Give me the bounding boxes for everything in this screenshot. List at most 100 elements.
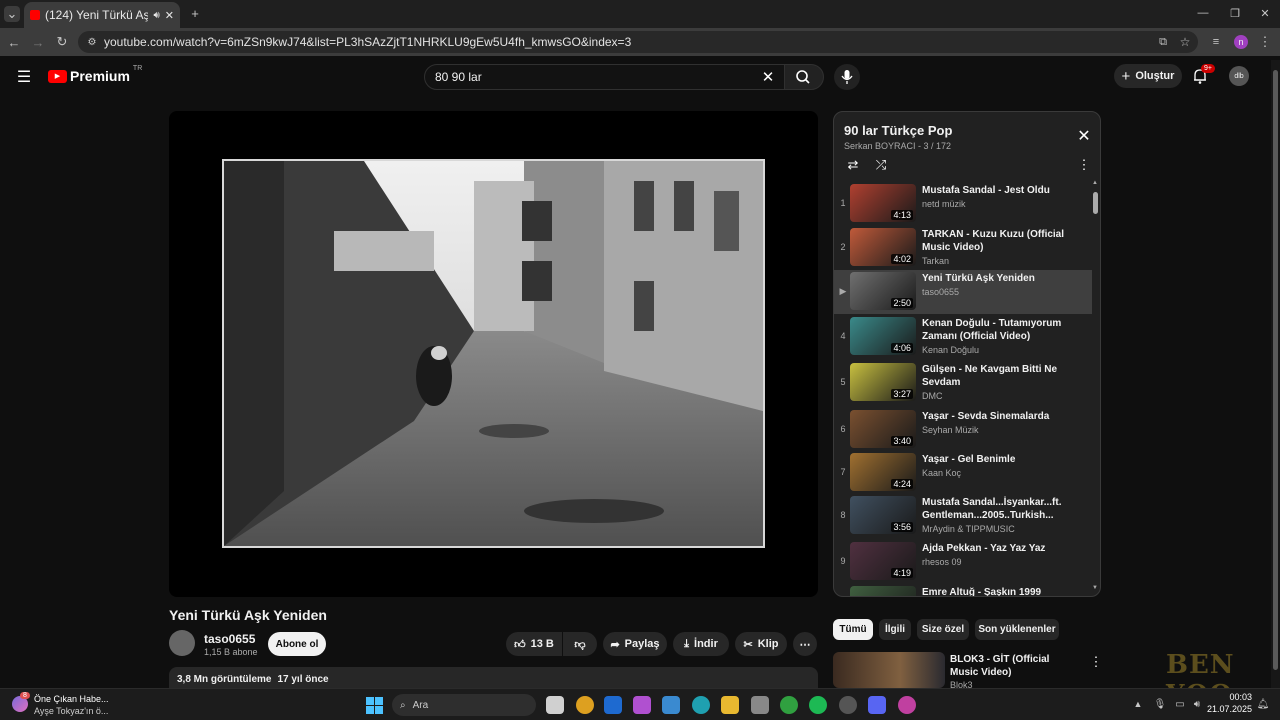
edge-icon[interactable] — [692, 696, 710, 714]
recommended-menu-icon[interactable]: ⋮ — [1090, 654, 1103, 670]
recommended-thumbnail[interactable] — [833, 652, 945, 688]
playlist-item-thumbnail[interactable]: 4:02 — [850, 228, 916, 266]
voice-search-button[interactable] — [834, 64, 860, 90]
spotify-icon[interactable] — [809, 696, 827, 714]
playlist-item-title[interactable]: Yeni Türkü Aşk Yeniden — [922, 272, 1082, 285]
scroll-down-icon[interactable]: ▼ — [1092, 585, 1098, 591]
chrome-profile-icon[interactable] — [898, 696, 916, 714]
playlist-item-title[interactable]: Yaşar - Gel Benimle — [922, 453, 1082, 466]
menu-hamburger-icon[interactable]: ☰ — [14, 67, 34, 87]
clock-date[interactable]: 21.07.2025 — [1200, 704, 1252, 714]
playlist-item-thumbnail[interactable]: 4:06 — [850, 317, 916, 355]
recommended-title[interactable]: BLOK3 - GİT (Official Music Video) — [950, 653, 1080, 679]
task-view-icon[interactable] — [546, 696, 564, 714]
browser-menu-icon[interactable]: ⋮ — [1258, 34, 1272, 50]
playlist-item[interactable]: 4 4:06 Kenan Doğulu - Tutamıyorum Zamanı (… — [834, 315, 1092, 359]
playlist-item-thumbnail[interactable]: 3:27 — [850, 363, 916, 401]
download-button[interactable]: ⤓ İndir — [673, 632, 729, 656]
chip-all[interactable]: Tümü — [833, 619, 873, 640]
dislike-button[interactable]: 👎︎ — [563, 632, 597, 656]
minimize-icon[interactable]: — — [1196, 6, 1210, 20]
playlist-item-thumbnail[interactable]: 4:24 — [850, 453, 916, 491]
tray-mic-icon[interactable]: 🎙︎ — [1154, 697, 1167, 711]
tab-search-button[interactable]: ⌄ — [4, 6, 20, 22]
maximize-icon[interactable]: ❐ — [1228, 6, 1242, 20]
address-bar[interactable]: ⚙ youtube.com/watch?v=6mZSn9kwJ74&list=P… — [78, 31, 1198, 53]
scrollbar-thumb[interactable] — [1093, 192, 1098, 214]
playlist-item-title[interactable]: Mustafa Sandal - Jest Oldu — [922, 184, 1082, 197]
playlist-menu-icon[interactable]: ⋮ — [1076, 156, 1092, 174]
taskbar-search[interactable]: ⌕ Ara — [392, 694, 536, 716]
site-info-icon[interactable]: ⚙ — [86, 35, 98, 49]
playlist-item-thumbnail[interactable]: 3:40 — [850, 410, 916, 448]
avatar[interactable]: dlb — [1229, 66, 1249, 86]
playlist-item-title[interactable]: Yaşar - Sevda Sinemalarda — [922, 410, 1082, 423]
playlist-item[interactable]: 2 4:02 TARKAN - Kuzu Kuzu (Official Music … — [834, 226, 1092, 270]
new-tab-icon[interactable]: + — [188, 6, 202, 21]
shuffle-icon[interactable]: ⤮ — [872, 156, 890, 174]
playlist-item[interactable]: 1 4:13 Mustafa Sandal - Jest Oldu netd müzi… — [834, 182, 1092, 226]
search-input[interactable]: 80 90 lar ✕ — [424, 64, 786, 90]
playlist-item[interactable]: ▶ 2:50 Yeni Türkü Aşk Yeniden taso0655 — [834, 270, 1092, 314]
news-title[interactable]: Öne Çıkan Habe... — [34, 694, 109, 704]
speaker-icon[interactable]: 🔊︎ — [153, 10, 159, 21]
game-icon[interactable] — [839, 696, 857, 714]
browser-tab[interactable]: (124) Yeni Türkü Aşk Yeniden 🔊︎ ✕ — [24, 2, 180, 28]
scroll-up-icon[interactable]: ▲ — [1092, 180, 1098, 186]
chip-for-you[interactable]: Size özel — [917, 619, 969, 640]
store-icon[interactable] — [662, 696, 680, 714]
bookmark-star-icon[interactable]: ☆ — [1178, 35, 1192, 49]
playlist-item-title[interactable]: Emre Altuğ - Şaşkın 1999 — [922, 586, 1082, 596]
playlist-item-thumbnail[interactable]: 3:56 — [850, 496, 916, 534]
chip-related[interactable]: İlgili — [879, 619, 911, 640]
chip-recent[interactable]: Son yüklenenler — [975, 619, 1059, 640]
playlist-item-thumbnail[interactable]: 4:13 — [850, 184, 916, 222]
clock-time[interactable]: 00:03 — [1212, 692, 1252, 702]
channel-avatar[interactable] — [169, 630, 195, 656]
playlist-item-title[interactable]: Kenan Doğulu - Tutamıyorum Zamanı (Offic… — [922, 317, 1082, 343]
playlist-item[interactable]: 7 4:24 Yaşar - Gel Benimle Kaan Koç — [834, 451, 1092, 495]
tab-close-icon[interactable]: ✕ — [165, 9, 174, 22]
notification-center-icon[interactable]: 🔔︎ — [1257, 697, 1270, 711]
close-playlist-icon[interactable]: ✕ — [1076, 128, 1092, 145]
tray-display-icon[interactable]: ▭ — [1174, 697, 1186, 711]
create-button[interactable]: + Oluştur — [1114, 64, 1182, 88]
tray-chevron-icon[interactable]: ▲ — [1132, 697, 1144, 711]
reload-icon[interactable]: ↻ — [54, 34, 70, 50]
loop-icon[interactable]: ⇄ — [844, 156, 862, 174]
playlist-item-title[interactable]: Gülşen - Ne Kavgam Bitti Ne Sevdam — [922, 363, 1082, 389]
playlist-item[interactable]: 5 3:27 Gülşen - Ne Kavgam Bitti Ne Sevdam D… — [834, 361, 1092, 405]
xbox-icon[interactable] — [780, 696, 798, 714]
forward-icon[interactable]: → — [30, 34, 46, 50]
playlist-title[interactable]: 90 lar Türkçe Pop — [844, 123, 952, 138]
search-button[interactable] — [784, 64, 824, 90]
clip-button[interactable]: ✂ Klip — [735, 632, 787, 656]
playlist-item[interactable]: Emre Altuğ - Şaşkın 1999 — [834, 584, 1092, 596]
notifications-button[interactable]: 9+ — [1192, 64, 1215, 86]
like-button[interactable]: 👍︎ 13 B — [506, 632, 562, 656]
page-scrollbar[interactable] — [1271, 60, 1280, 688]
playlist-item-title[interactable]: Ajda Pekkan - Yaz Yaz Yaz — [922, 542, 1082, 555]
page-scrollbar-thumb[interactable] — [1273, 70, 1278, 670]
subscribe-button[interactable]: Abone ol — [268, 632, 326, 656]
youtube-premium-logo[interactable]: ▶ Premium TR — [48, 65, 142, 84]
profile-avatar-icon[interactable]: n — [1234, 35, 1248, 49]
discord-icon[interactable] — [868, 696, 886, 714]
more-actions-button[interactable]: ⋯ — [793, 632, 817, 656]
app-icon[interactable] — [751, 696, 769, 714]
playlist-item-title[interactable]: TARKAN - Kuzu Kuzu (Official Music Video… — [922, 228, 1082, 254]
cast-icon[interactable]: ⧉ — [1156, 35, 1170, 49]
outlook-icon[interactable] — [604, 696, 622, 714]
share-button[interactable]: ➦ Paylaş — [603, 632, 667, 656]
video-player[interactable] — [169, 111, 818, 597]
playlist-item-title[interactable]: Mustafa Sandal...İsyankar...ft. Gentlema… — [922, 496, 1082, 522]
close-window-icon[interactable]: ✕ — [1258, 6, 1272, 20]
playlist-scrollbar[interactable]: ▲ ▼ — [1092, 180, 1098, 592]
playlist-item-thumbnail[interactable] — [850, 586, 916, 596]
playlist-item[interactable]: 6 3:40 Yaşar - Sevda Sinemalarda Seyhan Müz… — [834, 408, 1092, 452]
playlist-item[interactable]: 9 4:19 Ajda Pekkan - Yaz Yaz Yaz rhesos 09 — [834, 540, 1092, 584]
playlist-item[interactable]: 8 3:56 Mustafa Sandal...İsyankar...ft. Gen… — [834, 494, 1092, 538]
chrome-icon[interactable] — [576, 696, 594, 714]
media-control-icon[interactable]: ≡ — [1208, 34, 1224, 50]
back-icon[interactable]: ← — [6, 34, 22, 50]
